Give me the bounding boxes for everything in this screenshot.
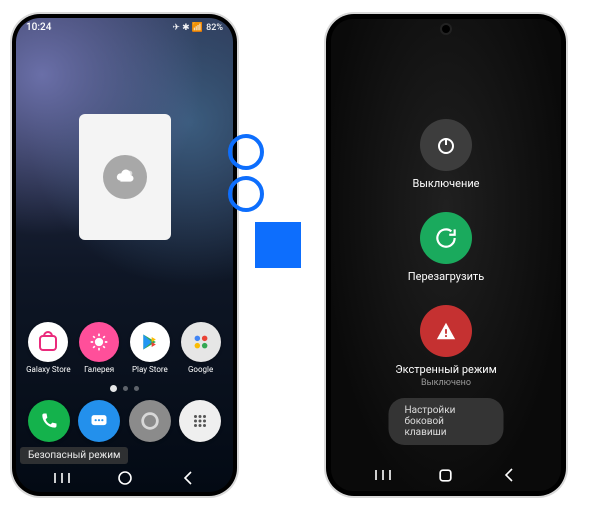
emergency-icon (420, 305, 472, 357)
galaxy-store-icon (28, 322, 68, 362)
widget-card[interactable] (79, 114, 171, 240)
power-menu: Выключение Перезагрузить Экстренный режи… (331, 119, 561, 388)
app-label: Галерея (84, 365, 114, 374)
nav-recent[interactable] (30, 472, 93, 484)
power-off-icon (420, 119, 472, 171)
gallery-icon (79, 322, 119, 362)
assistant-icon[interactable] (129, 400, 171, 442)
status-bar: 10:24 ✈ ✱ 📶 82% (16, 18, 233, 33)
nav-home[interactable] (414, 467, 477, 484)
app-galaxy-store[interactable]: Galaxy Store (24, 322, 73, 374)
nav-bar (16, 464, 233, 492)
play-store-icon (130, 322, 170, 362)
emergency-mode-button[interactable]: Экстренный режим Выключено (395, 305, 497, 388)
connector-arrow-icon (255, 222, 301, 268)
power-off-label: Выключение (412, 177, 479, 190)
safe-mode-label: Безопасный режим (20, 447, 128, 464)
app-label: Galaxy Store (26, 365, 71, 374)
power-menu-screen: Выключение Перезагрузить Экстренный режи… (331, 19, 561, 491)
app-google-folder[interactable]: Google (176, 322, 225, 374)
weather-cloud-icon (103, 155, 147, 199)
emergency-label: Экстренный режим (395, 363, 497, 376)
nav-back[interactable] (156, 471, 219, 485)
google-folder-icon (181, 322, 221, 362)
app-label: Google (188, 365, 213, 374)
nav-bar (331, 459, 561, 491)
page-dot[interactable] (134, 386, 139, 391)
page-dot[interactable] (123, 386, 128, 391)
power-button-highlight-icon (228, 176, 264, 212)
app-play-store[interactable]: Play Store (126, 322, 175, 374)
messages-icon[interactable] (78, 400, 120, 442)
restart-button[interactable]: Перезагрузить (408, 212, 484, 283)
status-battery: 82% (206, 23, 223, 33)
app-gallery[interactable]: Галерея (75, 322, 124, 374)
page-indicator (16, 386, 233, 392)
phone-icon[interactable] (28, 400, 70, 442)
home-screen: 10:24 ✈ ✱ 📶 82% Galaxy Store (16, 18, 233, 492)
power-off-button[interactable]: Выключение (412, 119, 479, 190)
phone-left: 10:24 ✈ ✱ 📶 82% Galaxy Store (12, 14, 237, 496)
phone-right: Выключение Перезагрузить Экстренный режи… (326, 14, 566, 496)
camera-notch-icon (442, 25, 450, 33)
volume-down-highlight-icon (228, 134, 264, 170)
restart-icon (420, 212, 472, 264)
dock (16, 400, 233, 442)
nav-home[interactable] (93, 470, 156, 486)
status-right: ✈ ✱ 📶 82% (172, 22, 223, 33)
app-row: Galaxy Store Галерея Play Store Google (16, 322, 233, 374)
apps-drawer-icon[interactable] (179, 400, 221, 442)
status-icons: ✈ ✱ 📶 (172, 23, 203, 33)
side-key-settings-button[interactable]: Настройки боковой клавиши (389, 398, 504, 445)
nav-recent[interactable] (351, 469, 414, 481)
restart-label: Перезагрузить (408, 270, 484, 283)
status-time: 10:24 (26, 22, 51, 33)
page-dot-home[interactable] (110, 385, 117, 392)
nav-back[interactable] (478, 468, 541, 482)
app-label: Play Store (132, 365, 168, 374)
emergency-sub: Выключено (421, 378, 471, 388)
side-buttons-highlight (228, 134, 264, 216)
